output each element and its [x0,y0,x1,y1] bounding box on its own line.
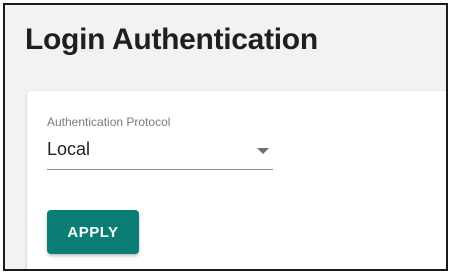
page-title: Login Authentication [25,23,318,56]
app-window: Login Authentication Authentication Prot… [3,3,448,271]
settings-card: Authentication Protocol Local APPLY [27,91,446,269]
authentication-protocol-label: Authentication Protocol [47,115,171,129]
authentication-protocol-value: Local [47,139,91,159]
authentication-protocol-select[interactable]: Local [47,135,273,170]
chevron-down-icon [257,148,269,154]
apply-button[interactable]: APPLY [47,210,139,254]
